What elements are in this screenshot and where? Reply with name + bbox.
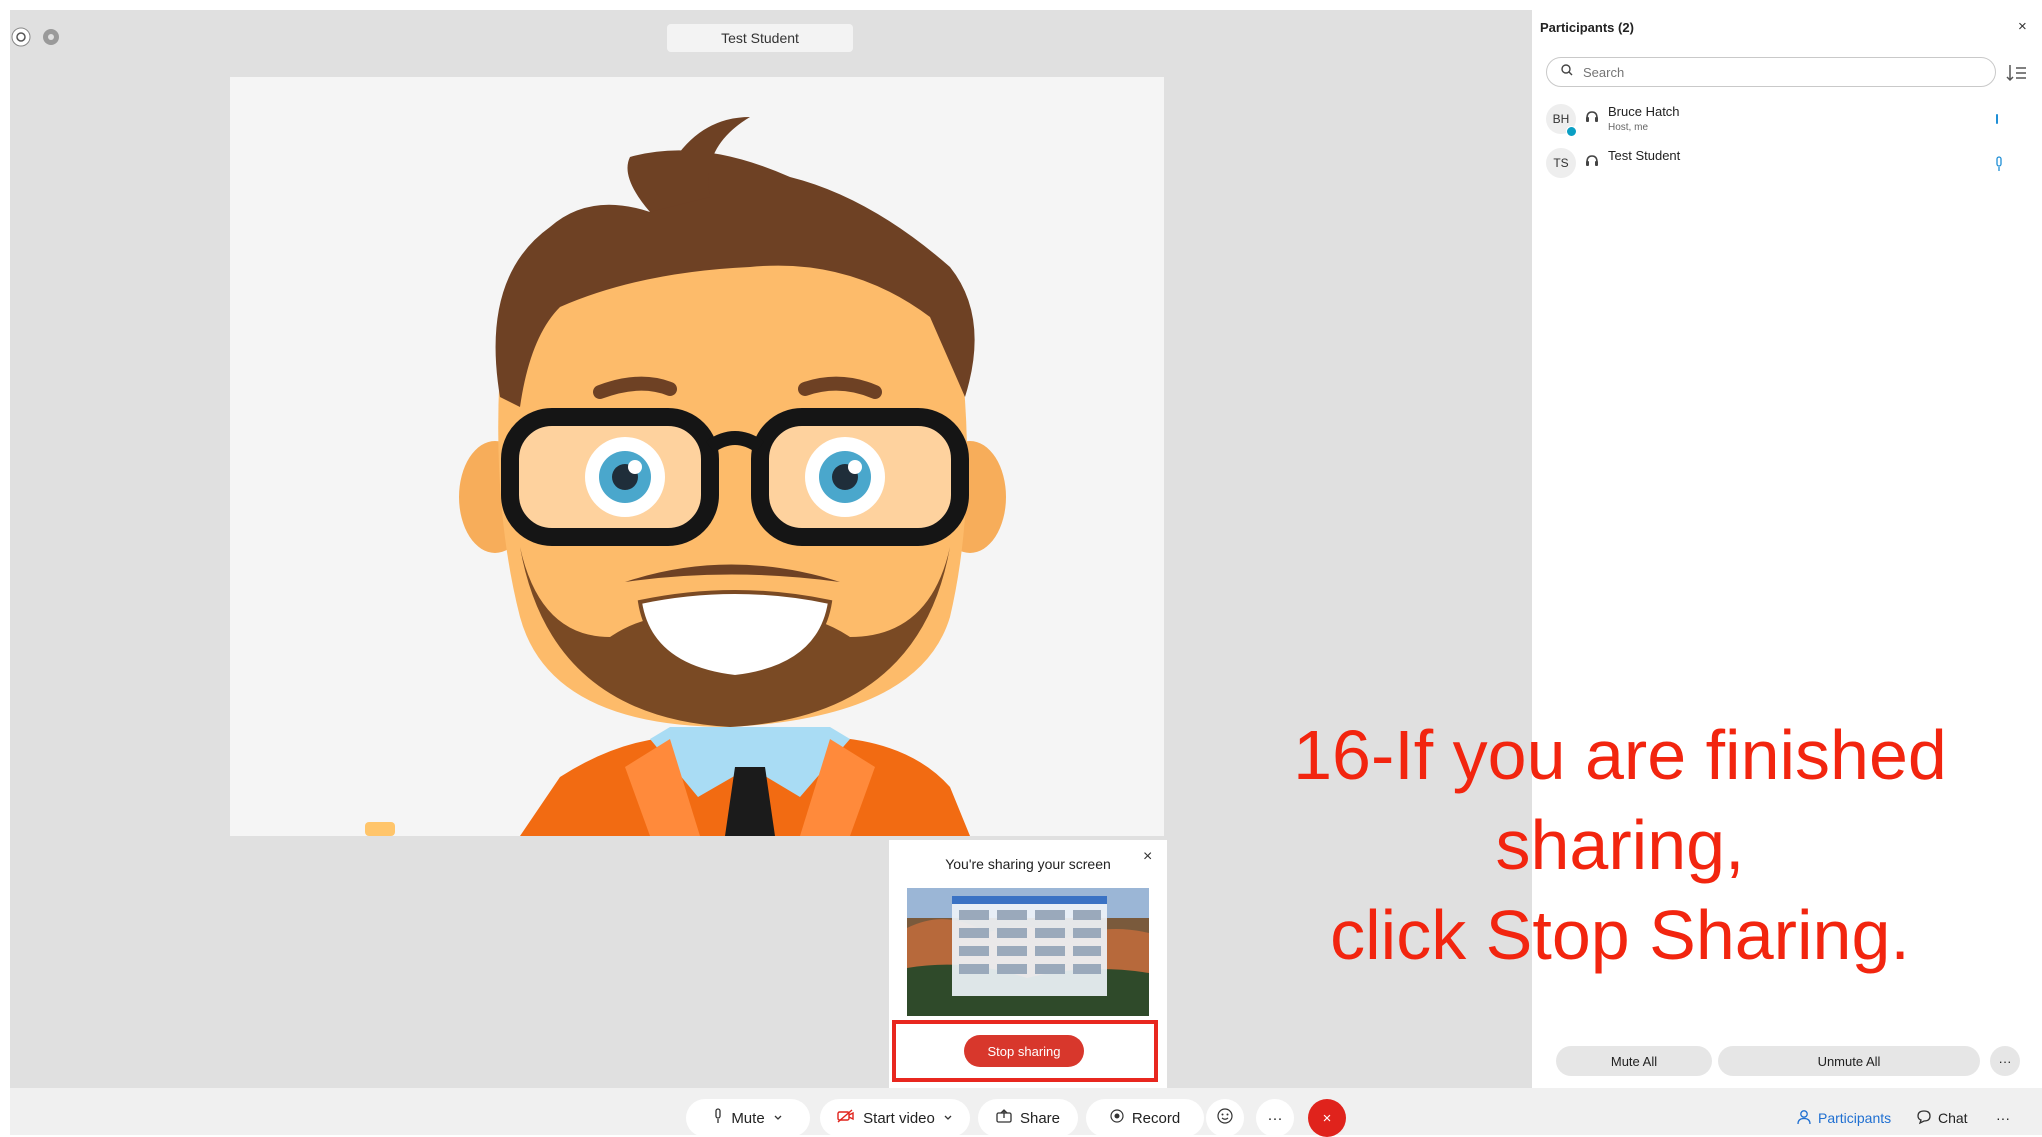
close-icon[interactable]: × [1143,848,1152,866]
share-button[interactable]: Share [978,1099,1078,1137]
search-icon [1561,63,1573,81]
end-meeting-button[interactable]: × [1308,1099,1346,1137]
record-label: Record [1131,1109,1181,1127]
shared-video [230,77,1164,836]
audio-connection-icon [1584,153,1600,174]
sharing-popup: You're sharing your screen × Stop sharin… [889,840,1167,1088]
chat-label: Chat [1938,1110,1968,1126]
stop-sharing-button[interactable]: Stop sharing [964,1035,1084,1067]
participant-row[interactable]: BH Bruce Hatch Host, me [1546,100,2026,140]
emoji-icon [1217,1108,1233,1128]
close-icon[interactable]: × [2018,18,2027,35]
info-icon[interactable] [10,26,32,48]
panel-more-button[interactable]: ··· [1990,1046,2020,1076]
person-icon [1796,1109,1812,1128]
sharing-popup-title: You're sharing your screen [945,856,1111,872]
settings-icon[interactable] [40,26,62,48]
search-input[interactable] [1581,63,1965,81]
participants-label: Participants [1818,1110,1892,1126]
sort-list-icon[interactable] [2006,62,2028,84]
chevron-down-icon[interactable] [943,1110,953,1127]
participants-toggle[interactable]: Participants [1796,1102,1891,1134]
avatar: TS [1546,148,1576,178]
chat-icon [1916,1109,1932,1128]
start-video-button[interactable]: Start video [820,1099,970,1137]
microphone-icon [1994,156,2004,177]
microphone-icon [713,1108,723,1128]
participant-name: Test Student [1608,148,1681,163]
reactions-button[interactable] [1206,1099,1244,1137]
mute-button[interactable]: Mute [686,1099,810,1137]
speaking-indicator-icon [1994,112,2000,131]
share-icon [996,1109,1012,1127]
participant-name-tag: Test Student [667,24,853,52]
record-button[interactable]: Record [1086,1099,1204,1137]
participant-search[interactable] [1546,57,1996,87]
participant-name: Bruce Hatch [1608,104,1680,119]
participant-role: Host, me [1608,122,1649,133]
mute-all-button[interactable]: Mute All [1556,1046,1712,1076]
record-icon [1110,1109,1124,1127]
start-video-label: Start video [863,1109,935,1127]
screen-preview-thumbnail [907,888,1149,1016]
audio-connection-icon [1584,109,1600,130]
instruction-text: 16-If you are finished sharing, click St… [1293,716,1947,974]
more-options-button[interactable]: ··· [1256,1099,1294,1137]
toolbar-more-button[interactable]: ··· [1996,1102,2010,1134]
share-label: Share [1019,1109,1061,1127]
video-off-icon [837,1109,855,1127]
mute-label: Mute [731,1109,765,1127]
participants-panel-title: Participants (2) [1540,20,1634,35]
cartoon-avatar-image [365,117,1006,836]
chat-toggle[interactable]: Chat [1916,1102,1968,1134]
participant-row[interactable]: TS Test Student [1546,144,2026,184]
presenter-badge-icon [1566,124,1577,142]
unmute-all-button[interactable]: Unmute All [1718,1046,1980,1076]
chevron-down-icon[interactable] [773,1110,783,1127]
